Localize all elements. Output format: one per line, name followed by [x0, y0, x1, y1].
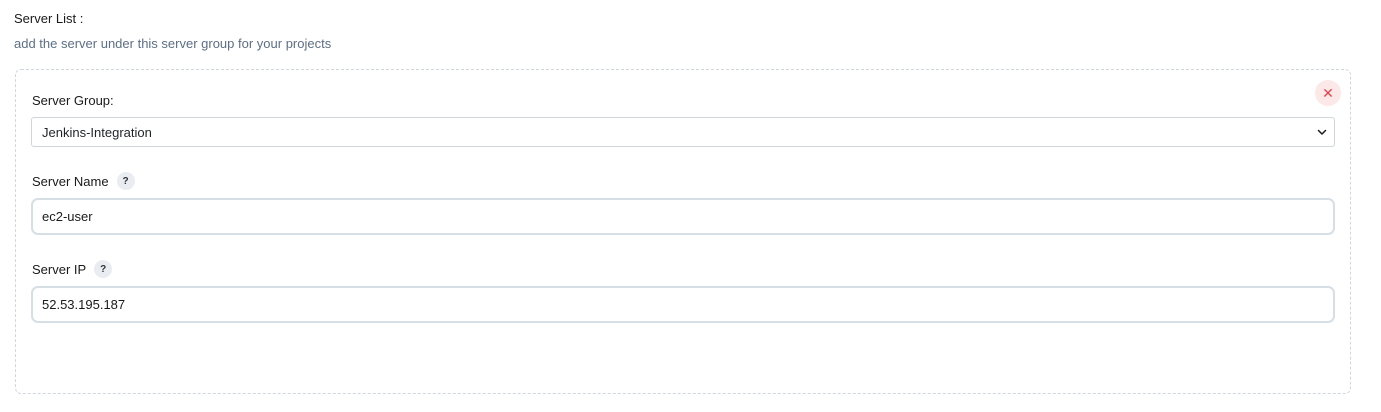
help-icon[interactable]: ? — [116, 172, 135, 190]
section-description: add the server under this server group f… — [14, 36, 332, 51]
server-name-label-text: Server Name — [32, 173, 109, 189]
server-ip-label: Server IP ? — [32, 260, 113, 278]
section-title: Server List : — [14, 11, 84, 26]
server-ip-label-text: Server IP — [32, 261, 87, 277]
server-group-label-text: Server Group: — [32, 93, 114, 108]
chevron-down-icon — [1317, 129, 1327, 135]
server-ip-input[interactable] — [31, 286, 1335, 323]
server-name-label: Server Name ? — [32, 172, 135, 190]
remove-group-button[interactable]: ✕ — [1315, 80, 1341, 106]
server-group-select[interactable]: Jenkins-Integration — [31, 117, 1335, 147]
close-icon: ✕ — [1322, 85, 1334, 101]
server-name-input[interactable] — [31, 198, 1335, 235]
help-icon[interactable]: ? — [94, 260, 113, 278]
server-group-card: ✕ Server Group: Jenkins-Integration Serv… — [15, 69, 1351, 394]
server-group-selected-value: Jenkins-Integration — [42, 124, 152, 140]
server-group-label: Server Group: — [32, 93, 114, 108]
